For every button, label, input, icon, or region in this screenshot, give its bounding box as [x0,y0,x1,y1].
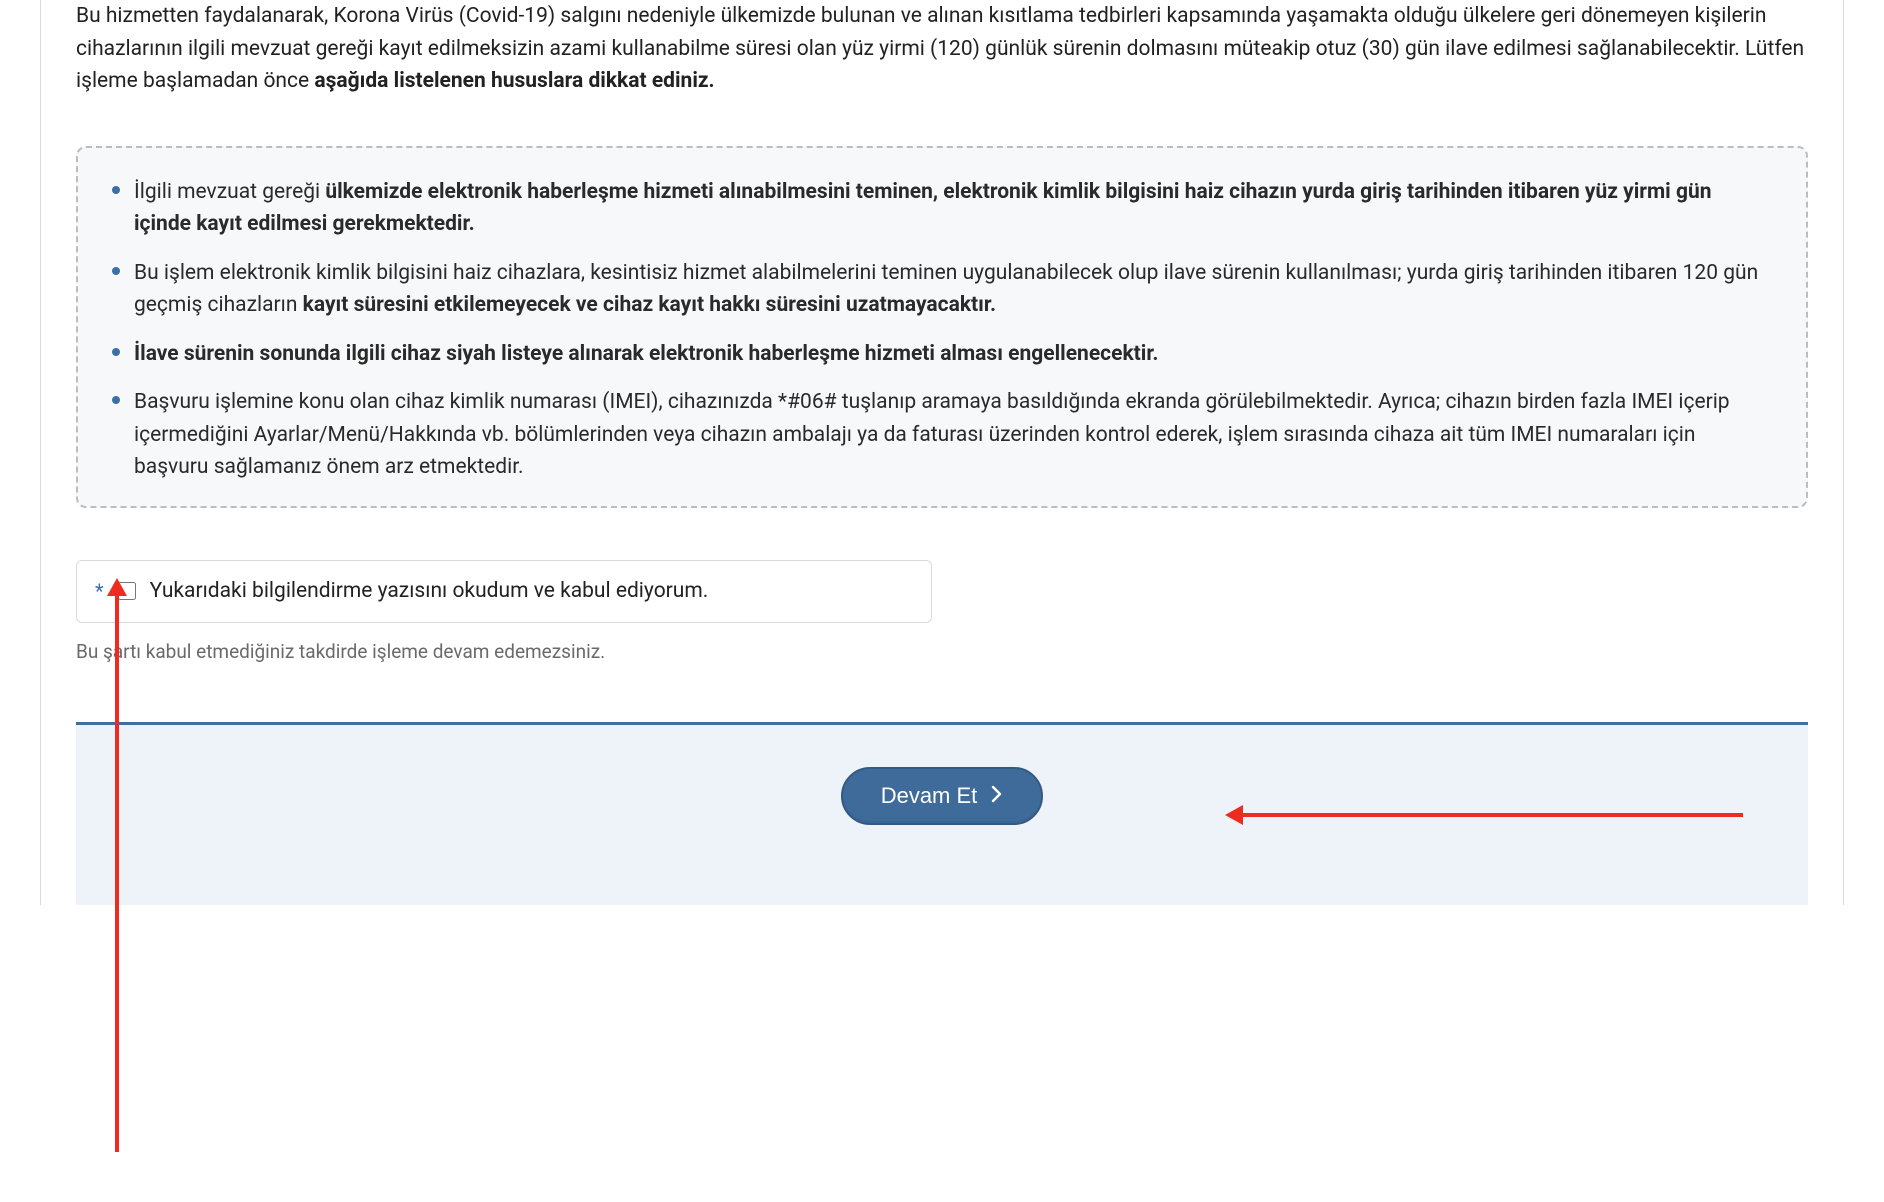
notice-box: İlgili mevzuat gereği ülkemizde elektron… [76,146,1808,508]
notice-item-1-pre: İlgili mevzuat gereği [134,180,325,204]
chevron-right-icon [991,783,1003,809]
consent-row: * Yukarıdaki bilgilendirme yazısını okud… [76,560,932,623]
page: Bu hizmetten faydalanarak, Korona Virüs … [0,0,1884,905]
continue-button-label: Devam Et [881,783,978,809]
consent-label: Yukarıdaki bilgilendirme yazısını okudum… [150,575,709,608]
notice-item-1-bold: ülkemizde elektronik haberleşme hizmeti … [134,180,1712,237]
consent-hint: Bu şartı kabul etmediğiniz takdirde işle… [76,637,1808,666]
notice-item-1: İlgili mevzuat gereği ülkemizde elektron… [112,176,1772,241]
intro-bold: aşağıda listelenen hususlara dikkat edin… [314,69,714,93]
action-strip: Devam Et [76,722,1808,905]
annotation-arrow-checkbox [115,592,119,1152]
notice-item-2: Bu işlem elektronik kimlik bilgisini hai… [112,257,1772,322]
annotation-arrow-button [1243,813,1743,817]
intro-paragraph: Bu hizmetten faydalanarak, Korona Virüs … [76,0,1808,98]
notice-list: İlgili mevzuat gereği ülkemizde elektron… [112,176,1772,484]
continue-button[interactable]: Devam Et [841,767,1044,825]
intro-text: Bu hizmetten faydalanarak, Korona Virüs … [76,0,1808,98]
notice-item-3-bold: İlave sürenin sonunda ilgili cihaz siyah… [134,342,1159,366]
notice-item-2-bold: kayıt süresini etkilemeyecek ve cihaz ka… [303,293,996,317]
required-mark: * [95,581,104,601]
notice-item-4: Başvuru işlemine konu olan cihaz kimlik … [112,386,1772,484]
notice-item-4-text: Başvuru işlemine konu olan cihaz kimlik … [134,390,1730,479]
notice-item-3: İlave sürenin sonunda ilgili cihaz siyah… [112,338,1772,371]
content-card: Bu hizmetten faydalanarak, Korona Virüs … [40,0,1844,905]
